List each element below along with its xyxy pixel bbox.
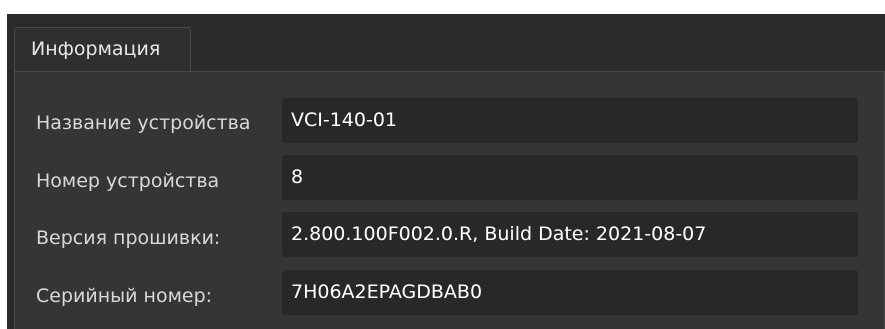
- firmware-version-label: Версия прошивки:: [36, 227, 221, 249]
- device-name-value: VCI-140-01: [291, 109, 398, 131]
- device-number-field[interactable]: 8: [282, 155, 858, 200]
- device-number-label: Номер устройства: [36, 170, 220, 192]
- device-name-label: Название устройства: [36, 112, 251, 134]
- device-number-value: 8: [291, 166, 304, 188]
- serial-number-label: Серийный номер:: [36, 285, 213, 307]
- serial-number-value: 7H06A2EPAGDBAB0: [291, 281, 483, 303]
- firmware-version-value: 2.800.100F002.0.R, Build Date: 2021-08-0…: [291, 223, 707, 245]
- device-info-window: Информация Название устройства VCI-140-0…: [0, 0, 885, 329]
- firmware-version-field[interactable]: 2.800.100F002.0.R, Build Date: 2021-08-0…: [282, 212, 858, 257]
- tab-information-label: Информация: [31, 38, 161, 60]
- serial-number-field[interactable]: 7H06A2EPAGDBAB0: [282, 270, 858, 315]
- tab-information[interactable]: Информация: [14, 27, 191, 71]
- device-name-field[interactable]: VCI-140-01: [282, 98, 858, 143]
